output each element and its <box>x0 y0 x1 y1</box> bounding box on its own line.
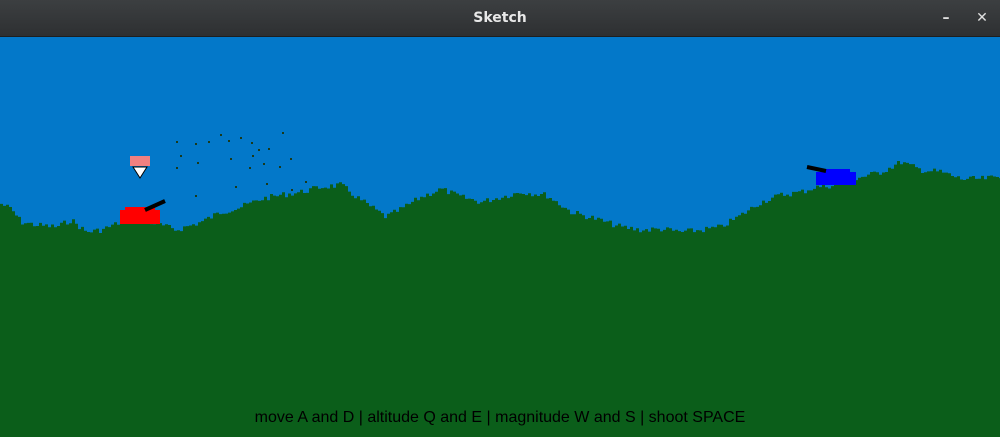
minimize-button[interactable]: – <box>936 8 956 28</box>
aim-dot <box>195 195 197 197</box>
aim-dot <box>176 167 178 169</box>
close-button[interactable]: ✕ <box>972 8 992 28</box>
aim-dot <box>251 142 253 144</box>
controls-hint: move A and D | altitude Q and E | magnit… <box>254 409 746 426</box>
aim-dot <box>249 167 251 169</box>
aim-dot <box>180 155 182 157</box>
aim-dot <box>220 134 222 136</box>
aim-dot <box>268 148 270 150</box>
marker-box <box>130 156 150 166</box>
aim-dot <box>195 143 197 145</box>
aim-dot <box>230 158 232 160</box>
aim-dot <box>263 163 265 165</box>
aim-dot <box>235 186 237 188</box>
aim-dot <box>290 158 292 160</box>
aim-dot <box>228 140 230 142</box>
aim-dot <box>240 137 242 139</box>
aim-dot <box>279 166 281 168</box>
aim-dot <box>176 141 178 143</box>
aim-dot <box>282 132 284 134</box>
aim-dot <box>197 162 199 164</box>
aim-dot <box>305 181 307 183</box>
aim-dot <box>266 183 268 185</box>
aim-dot <box>291 189 293 191</box>
aim-dot <box>258 149 260 151</box>
aim-dot <box>208 141 210 143</box>
app-window: Sketch – ✕ move A and D | altitude Q and… <box>0 0 1000 437</box>
game-canvas[interactable] <box>0 37 1000 437</box>
window-title: Sketch <box>473 10 527 26</box>
title-bar[interactable]: Sketch – ✕ <box>0 0 1000 37</box>
aim-dot <box>252 155 254 157</box>
